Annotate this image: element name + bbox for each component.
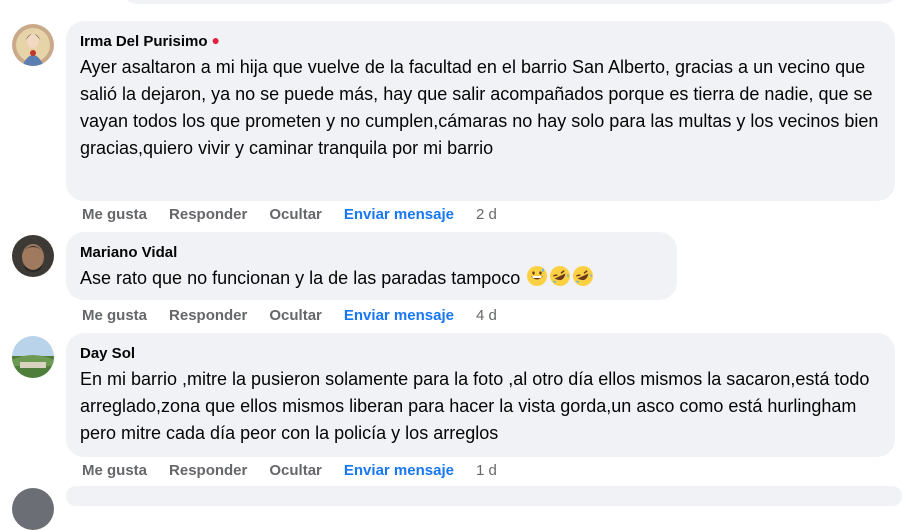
comment-text-row: Ase rato que no funcionan y la de las pa… [80, 265, 663, 292]
reply-button[interactable]: Responder [169, 462, 247, 480]
like-button[interactable]: Me gusta [82, 206, 147, 224]
avatar-image [12, 336, 54, 378]
next-comment-bubble [66, 486, 902, 506]
like-button[interactable]: Me gusta [82, 307, 147, 325]
hide-button[interactable]: Ocultar [269, 307, 322, 325]
avatar[interactable] [12, 336, 54, 378]
reply-button[interactable]: Responder [169, 307, 247, 325]
comment-text: Ase rato que no funcionan y la de las pa… [80, 268, 521, 288]
reply-button[interactable]: Responder [169, 206, 247, 224]
comment-bubble: Day Sol En mi barrio ,mitre la pusieron … [66, 333, 895, 457]
online-status-icon: ● [211, 32, 221, 48]
comment-timestamp[interactable]: 4 d [476, 307, 497, 325]
send-message-button[interactable]: Enviar mensaje [344, 206, 454, 224]
comment-text: Ayer asaltaron a mi hija que vuelve de l… [80, 57, 879, 158]
rofl-emoji-icon [573, 266, 594, 286]
avatar[interactable] [12, 235, 54, 277]
avatar-image [12, 24, 54, 66]
comment-actions: Me gusta Responder Ocultar Enviar mensaj… [82, 307, 519, 325]
avatar[interactable] [12, 24, 54, 66]
comment-timestamp[interactable]: 1 d [476, 462, 497, 480]
rofl-emoji-icon [550, 266, 571, 286]
comment-author[interactable]: Irma Del Purisimo [80, 33, 208, 51]
comment-bubble: Mariano Vidal Ase rato que no funcionan … [66, 232, 677, 300]
comment-timestamp[interactable]: 2 d [476, 206, 497, 224]
grinning-sweat-emoji-icon [527, 266, 548, 286]
comment-actions: Me gusta Responder Ocultar Enviar mensaj… [82, 206, 519, 224]
previous-comment-bubble [120, 0, 900, 4]
avatar-image [12, 235, 54, 277]
hide-button[interactable]: Ocultar [269, 206, 322, 224]
comment-bubble: Irma Del Purisimo ● Ayer asaltaron a mi h… [66, 21, 895, 201]
avatar[interactable] [12, 488, 54, 530]
hide-button[interactable]: Ocultar [269, 462, 322, 480]
send-message-button[interactable]: Enviar mensaje [344, 307, 454, 325]
like-button[interactable]: Me gusta [82, 462, 147, 480]
comment-actions: Me gusta Responder Ocultar Enviar mensaj… [82, 462, 519, 480]
comment-author[interactable]: Mariano Vidal [80, 244, 177, 262]
send-message-button[interactable]: Enviar mensaje [344, 462, 454, 480]
comment-author[interactable]: Day Sol [80, 345, 135, 363]
comment-text: En mi barrio ,mitre la pusieron solament… [80, 369, 870, 443]
